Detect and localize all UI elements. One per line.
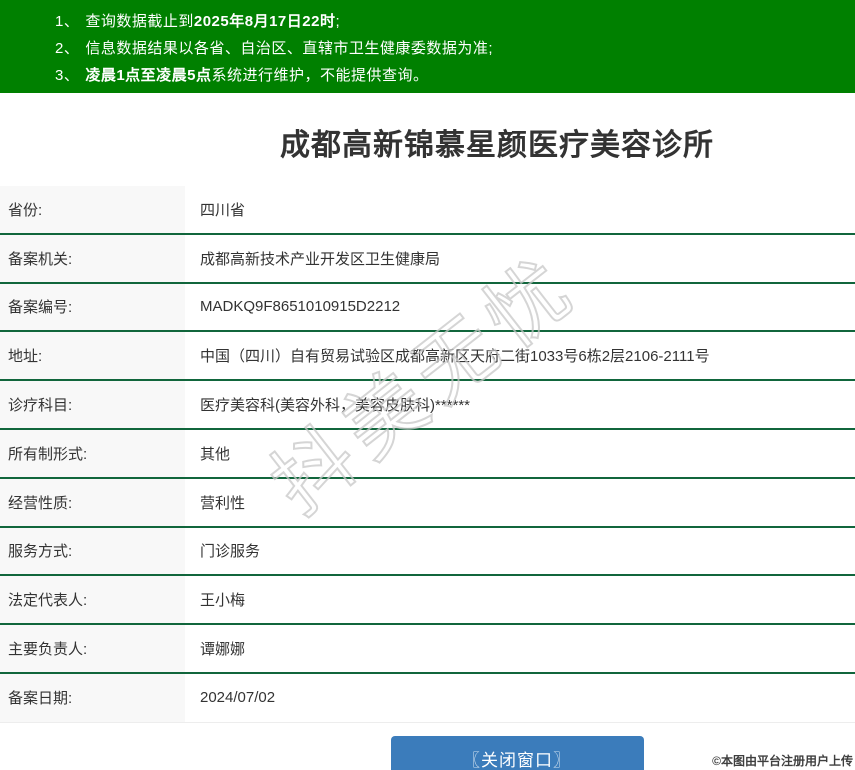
row-value: 2024/07/02 <box>185 674 855 722</box>
notice-text: 系统进行维护，不能提供查询。 <box>212 67 429 84</box>
table-row: 诊疗科目: 医疗美容科(美容外科，美容皮肤科)****** <box>0 381 855 430</box>
row-value: 门诊服务 <box>185 528 855 575</box>
notice-item: 1、查询数据截止到2025年8月17日22时; <box>55 8 855 35</box>
row-label: 地址: <box>0 332 185 379</box>
row-value: 四川省 <box>185 186 855 233</box>
row-label: 备案机关: <box>0 235 185 282</box>
table-row: 地址: 中国（四川）自有贸易试验区成都高新区天府二街1033号6栋2层2106-… <box>0 332 855 381</box>
notice-text: 查询数据截止到 <box>85 13 194 30</box>
row-label: 主要负责人: <box>0 625 185 672</box>
notice-number: 2、 <box>55 40 79 57</box>
page-title: 成都高新锦慕星颜医疗美容诊所 <box>0 124 855 168</box>
notice-number: 3、 <box>55 67 79 84</box>
notice-item: 2、信息数据结果以各省、自治区、直辖市卫生健康委数据为准; <box>55 35 855 62</box>
table-row: 经营性质: 营利性 <box>0 479 855 528</box>
notice-text-bold: 凌晨1点至凌晨5点 <box>85 67 211 84</box>
row-label: 备案编号: <box>0 284 185 331</box>
table-row: 服务方式: 门诊服务 <box>0 528 855 577</box>
notice-text: 信息数据结果以各省、自治区、直辖市卫生健康委数据为准; <box>85 40 493 57</box>
table-row: 法定代表人: 王小梅 <box>0 576 855 625</box>
row-label: 诊疗科目: <box>0 381 185 428</box>
close-window-button[interactable]: 〖关闭窗口〗 <box>391 736 644 770</box>
row-value: 医疗美容科(美容外科，美容皮肤科)****** <box>185 381 855 428</box>
notice-item: 3、凌晨1点至凌晨5点系统进行维护，不能提供查询。 <box>55 62 855 89</box>
page-content: 成都高新锦慕星颜医疗美容诊所 省份: 四川省 备案机关: 成都高新技术产业开发区… <box>0 124 855 770</box>
row-value: 中国（四川）自有贸易试验区成都高新区天府二街1033号6栋2层2106-2111… <box>185 332 855 379</box>
notice-text: ; <box>335 13 340 30</box>
notice-text-bold: 2025年8月17日22时 <box>194 13 336 30</box>
table-row: 备案机关: 成都高新技术产业开发区卫生健康局 <box>0 235 855 284</box>
row-value: 成都高新技术产业开发区卫生健康局 <box>185 235 855 282</box>
row-label: 备案日期: <box>0 674 185 722</box>
row-value: 其他 <box>185 430 855 477</box>
row-label: 服务方式: <box>0 528 185 575</box>
row-value: 谭娜娜 <box>185 625 855 672</box>
row-value: 营利性 <box>185 479 855 526</box>
row-label: 所有制形式: <box>0 430 185 477</box>
notice-bar: 1、查询数据截止到2025年8月17日22时; 2、信息数据结果以各省、自治区、… <box>0 0 855 93</box>
row-value: MADKQ9F8651010915D2212 <box>185 284 855 331</box>
table-row: 备案日期: 2024/07/02 <box>0 674 855 723</box>
table-row: 备案编号: MADKQ9F8651010915D2212 <box>0 284 855 333</box>
row-label: 法定代表人: <box>0 576 185 623</box>
info-table: 省份: 四川省 备案机关: 成都高新技术产业开发区卫生健康局 备案编号: MAD… <box>0 186 855 723</box>
row-value: 王小梅 <box>185 576 855 623</box>
table-row: 省份: 四川省 <box>0 186 855 235</box>
upload-credit-note: ©本图由平台注册用户上传 <box>712 752 853 769</box>
row-label: 经营性质: <box>0 479 185 526</box>
table-row: 主要负责人: 谭娜娜 <box>0 625 855 674</box>
notice-number: 1、 <box>55 13 79 30</box>
table-row: 所有制形式: 其他 <box>0 430 855 479</box>
row-label: 省份: <box>0 186 185 233</box>
